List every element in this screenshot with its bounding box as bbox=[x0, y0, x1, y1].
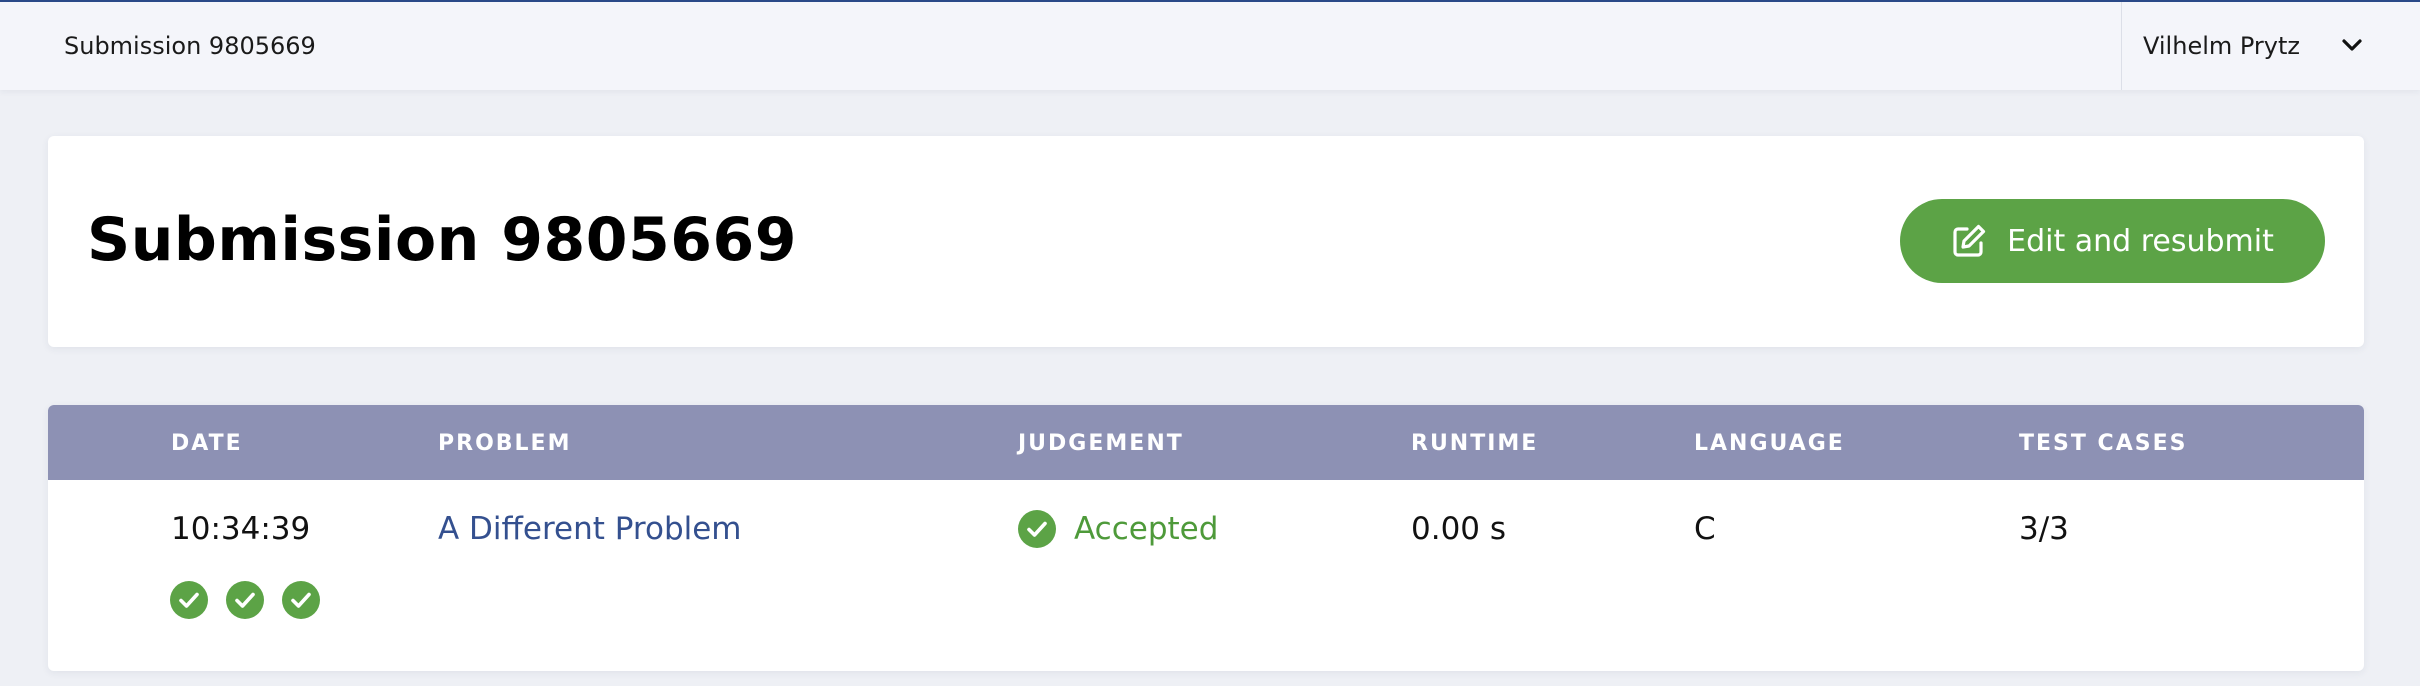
col-language: LANGUAGE bbox=[1694, 431, 1845, 456]
user-name[interactable]: Vilhelm Prytz bbox=[2143, 30, 2300, 62]
col-date: DATE bbox=[171, 431, 243, 456]
test-case-passed-icon[interactable] bbox=[282, 581, 320, 619]
submission-table: DATE PROBLEM JUDGEMENT RUNTIME LANGUAGE … bbox=[48, 405, 2364, 671]
col-test-cases: TEST CASES bbox=[2019, 431, 2188, 456]
submission-header-card: Submission 9805669 Edit and resubmit bbox=[48, 136, 2364, 347]
judgement-label: Accepted bbox=[1074, 511, 1219, 547]
cell-language: C bbox=[1694, 511, 1716, 547]
chevron-down-icon[interactable] bbox=[2341, 36, 2363, 54]
cell-runtime: 0.00 s bbox=[1411, 511, 1507, 547]
page-title: Submission 9805669 bbox=[87, 205, 798, 275]
edit-and-resubmit-button[interactable]: Edit and resubmit bbox=[1900, 199, 2325, 283]
test-case-passed-icon[interactable] bbox=[226, 581, 264, 619]
problem-link[interactable]: A Different Problem bbox=[438, 509, 742, 549]
table-header: DATE PROBLEM JUDGEMENT RUNTIME LANGUAGE … bbox=[48, 405, 2364, 480]
col-problem: PROBLEM bbox=[438, 431, 572, 456]
user-menu[interactable]: Vilhelm Prytz bbox=[2121, 2, 2420, 90]
col-judgement: JUDGEMENT bbox=[1018, 431, 1184, 456]
test-case-passed-icon[interactable] bbox=[170, 581, 208, 619]
edit-and-resubmit-label: Edit and resubmit bbox=[2007, 223, 2274, 259]
col-runtime: RUNTIME bbox=[1411, 431, 1539, 456]
cell-test-cases: 3/3 bbox=[2019, 511, 2069, 547]
check-circle-icon bbox=[1018, 510, 1056, 548]
breadcrumb[interactable]: Submission 9805669 bbox=[64, 30, 316, 62]
edit-icon bbox=[1953, 224, 1986, 257]
top-navbar: Submission 9805669 Vilhelm Prytz bbox=[0, 2, 2420, 90]
test-case-results bbox=[170, 581, 338, 619]
cell-judgement: Accepted bbox=[1018, 509, 1218, 549]
cell-date: 10:34:39 bbox=[171, 511, 311, 547]
